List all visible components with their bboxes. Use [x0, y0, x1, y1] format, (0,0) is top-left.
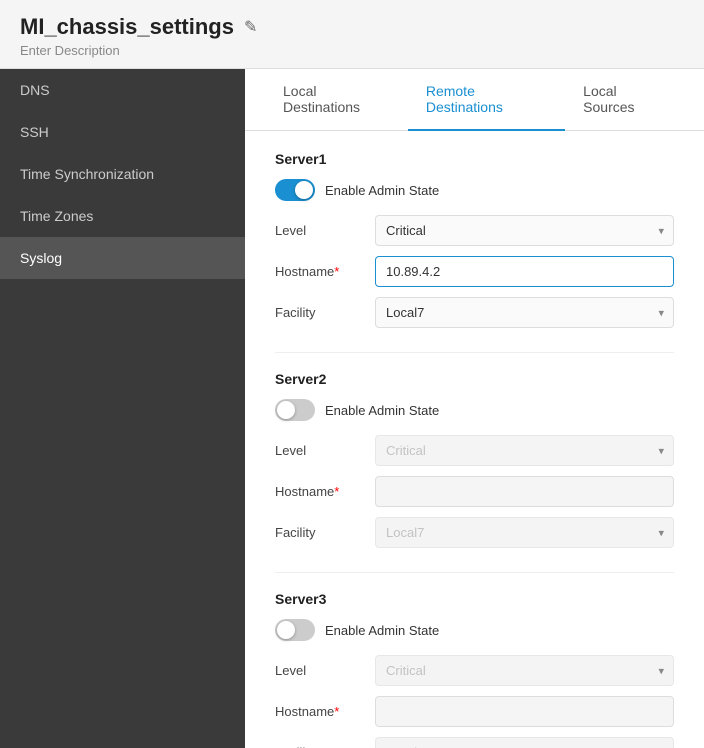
server2-block: Server2 Enable Admin State Level Critica…	[275, 371, 674, 548]
page-subtitle: Enter Description	[20, 43, 684, 58]
server1-level-row: Level CriticalErrorWarningNoticeInformat…	[275, 215, 674, 246]
server1-facility-label: Facility	[275, 305, 375, 320]
server3-level-label: Level	[275, 663, 375, 678]
server2-facility-select[interactable]: Local7	[375, 517, 674, 548]
server1-hostname-input[interactable]	[375, 256, 674, 287]
server1-toggle-row: Enable Admin State	[275, 179, 674, 201]
server1-hostname-input-wrapper	[375, 256, 674, 287]
server3-level-select-wrapper: Critical ▾	[375, 655, 674, 686]
server1-enable-label: Enable Admin State	[325, 183, 439, 198]
server1-level-label: Level	[275, 223, 375, 238]
server2-hostname-required: *	[334, 484, 339, 499]
server2-facility-row: Facility Local7 ▾	[275, 517, 674, 548]
tabs-bar: Local Destinations Remote Destinations L…	[245, 69, 704, 131]
server3-hostname-row: Hostname*	[275, 696, 674, 727]
server2-enable-label: Enable Admin State	[325, 403, 439, 418]
server1-enable-toggle[interactable]	[275, 179, 315, 201]
server2-level-select[interactable]: Critical	[375, 435, 674, 466]
server2-facility-label: Facility	[275, 525, 375, 540]
server2-enable-toggle[interactable]	[275, 399, 315, 421]
divider-1	[275, 352, 674, 353]
server3-toggle-row: Enable Admin State	[275, 619, 674, 641]
edit-icon[interactable]: ✎	[244, 17, 257, 37]
server3-facility-select-wrapper: Local7 ▾	[375, 737, 674, 748]
server3-title: Server3	[275, 591, 674, 607]
server3-facility-row: Facility Local7 ▾	[275, 737, 674, 748]
server3-hostname-input[interactable]	[375, 696, 674, 727]
server3-enable-label: Enable Admin State	[325, 623, 439, 638]
server1-block: Server1 Enable Admin State Level Critica…	[275, 151, 674, 328]
server3-block: Server3 Enable Admin State Level Critica…	[275, 591, 674, 748]
server1-facility-select[interactable]: Local0Local1Local2Local3Local4Local5Loca…	[375, 297, 674, 328]
server3-level-select[interactable]: Critical	[375, 655, 674, 686]
server1-hostname-row: Hostname*	[275, 256, 674, 287]
server1-title: Server1	[275, 151, 674, 167]
server2-level-select-wrapper: Critical ▾	[375, 435, 674, 466]
sidebar-item-dns[interactable]: DNS	[0, 69, 245, 111]
sidebar-item-time-zones[interactable]: Time Zones	[0, 195, 245, 237]
server3-hostname-required: *	[334, 704, 339, 719]
server2-level-row: Level Critical ▾	[275, 435, 674, 466]
sidebar-item-ssh[interactable]: SSH	[0, 111, 245, 153]
server3-hostname-label: Hostname*	[275, 704, 375, 719]
server1-level-select[interactable]: CriticalErrorWarningNoticeInformationalD…	[375, 215, 674, 246]
server2-hostname-input[interactable]	[375, 476, 674, 507]
divider-2	[275, 572, 674, 573]
server2-facility-select-wrapper: Local7 ▾	[375, 517, 674, 548]
app-header: MI_chassis_settings ✎ Enter Description	[0, 0, 704, 69]
server1-facility-select-wrapper: Local0Local1Local2Local3Local4Local5Loca…	[375, 297, 674, 328]
server2-hostname-input-wrapper	[375, 476, 674, 507]
server1-level-select-wrapper: CriticalErrorWarningNoticeInformationalD…	[375, 215, 674, 246]
main-content: Local Destinations Remote Destinations L…	[245, 69, 704, 748]
tab-local-sources[interactable]: Local Sources	[565, 69, 684, 131]
tab-local-destinations[interactable]: Local Destinations	[265, 69, 408, 131]
server2-title: Server2	[275, 371, 674, 387]
server2-toggle-row: Enable Admin State	[275, 399, 674, 421]
server3-level-row: Level Critical ▾	[275, 655, 674, 686]
server3-enable-toggle[interactable]	[275, 619, 315, 641]
sidebar: DNS SSH Time Synchronization Time Zones …	[0, 69, 245, 748]
server1-hostname-required: *	[334, 264, 339, 279]
tab-remote-destinations[interactable]: Remote Destinations	[408, 69, 565, 131]
server3-facility-select[interactable]: Local7	[375, 737, 674, 748]
page-title: MI_chassis_settings	[20, 14, 234, 40]
sidebar-item-syslog[interactable]: Syslog	[0, 237, 245, 279]
server3-hostname-input-wrapper	[375, 696, 674, 727]
server2-hostname-row: Hostname*	[275, 476, 674, 507]
server2-level-label: Level	[275, 443, 375, 458]
server1-facility-row: Facility Local0Local1Local2Local3Local4L…	[275, 297, 674, 328]
server1-hostname-label: Hostname*	[275, 264, 375, 279]
sidebar-item-time-synchronization[interactable]: Time Synchronization	[0, 153, 245, 195]
server2-hostname-label: Hostname*	[275, 484, 375, 499]
tab-content: Server1 Enable Admin State Level Critica…	[245, 131, 704, 748]
